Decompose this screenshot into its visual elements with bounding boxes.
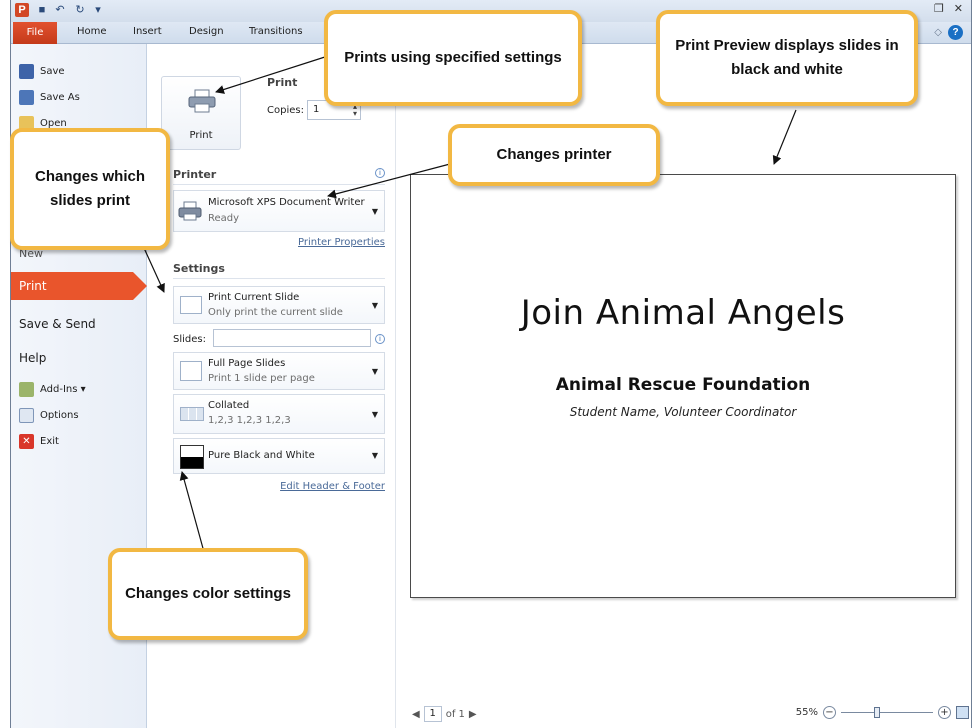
zoom-slider-thumb[interactable] bbox=[874, 707, 880, 718]
page-total: of 1 bbox=[445, 708, 465, 720]
color-dropdown[interactable]: Pure Black and White ▼ bbox=[173, 438, 385, 474]
chevron-down-icon: ▼ bbox=[371, 207, 378, 216]
nav-print[interactable]: Print bbox=[11, 272, 147, 300]
nav-help[interactable]: Help bbox=[11, 344, 147, 372]
nav-save-send[interactable]: Save & Send bbox=[11, 310, 147, 338]
print-button[interactable]: Print bbox=[161, 76, 241, 150]
printer-icon bbox=[178, 201, 202, 221]
print-button-label: Print bbox=[189, 130, 213, 141]
chevron-down-icon: ▼ bbox=[371, 367, 378, 376]
slides-input[interactable] bbox=[213, 329, 371, 347]
settings-heading: Settings bbox=[173, 262, 225, 275]
zoom-out-icon[interactable]: − bbox=[823, 706, 836, 719]
powerpoint-logo-icon[interactable]: P bbox=[15, 3, 29, 17]
nav-save-as-label: Save As bbox=[40, 92, 80, 103]
page-navigator: ◀ 1 of 1 ▶ bbox=[412, 706, 477, 722]
printer-status: Ready bbox=[208, 213, 240, 224]
slide-range-sub: Only print the current slide bbox=[208, 307, 343, 318]
callout-prints-settings: Prints using specified settings bbox=[324, 10, 582, 106]
nav-options[interactable]: Options bbox=[19, 408, 79, 423]
info-icon[interactable]: i bbox=[375, 168, 385, 178]
collate-sub: 1,2,3 1,2,3 1,2,3 bbox=[208, 415, 291, 426]
slide-preview: Join Animal Angels Animal Rescue Foundat… bbox=[410, 174, 956, 598]
black-white-icon bbox=[180, 445, 204, 469]
redo-icon[interactable]: ↻ bbox=[73, 3, 87, 17]
slide-subtitle: Animal Rescue Foundation bbox=[555, 375, 811, 395]
save-icon[interactable]: ■ bbox=[35, 3, 49, 17]
edit-header-footer-link[interactable]: Edit Header & Footer bbox=[280, 481, 385, 492]
collate-main: Collated bbox=[208, 400, 250, 411]
slide-range-icon bbox=[180, 296, 202, 314]
window-controls: ❐ ✕ bbox=[934, 2, 963, 15]
nav-save-as[interactable]: Save As bbox=[19, 90, 80, 105]
help-icon[interactable]: ? bbox=[948, 25, 963, 40]
full-page-slide-icon bbox=[180, 361, 202, 381]
color-main: Pure Black and White bbox=[208, 450, 315, 461]
tab-transitions[interactable]: Transitions bbox=[249, 26, 303, 37]
print-heading: Print bbox=[267, 76, 298, 89]
divider bbox=[173, 184, 385, 185]
customize-qat-icon[interactable]: ▾ bbox=[91, 3, 105, 17]
restore-icon[interactable]: ❐ bbox=[934, 2, 944, 15]
callout-changes-color: Changes color settings bbox=[108, 548, 308, 640]
close-icon[interactable]: ✕ bbox=[954, 2, 963, 15]
save-as-icon bbox=[19, 90, 34, 105]
save-icon bbox=[19, 64, 34, 79]
collate-dropdown[interactable]: Collated 1,2,3 1,2,3 1,2,3 ▼ bbox=[173, 394, 385, 434]
next-page-icon[interactable]: ▶ bbox=[469, 709, 477, 720]
exit-icon: ✕ bbox=[19, 434, 34, 449]
printer-icon bbox=[188, 89, 216, 113]
tab-home[interactable]: Home bbox=[77, 26, 107, 37]
callout-changes-printer: Changes printer bbox=[448, 124, 660, 186]
zoom-in-icon[interactable]: + bbox=[938, 706, 951, 719]
nav-add-ins-label: Add-Ins ▾ bbox=[40, 384, 86, 395]
callout-changes-slides: Changes which slides print bbox=[10, 128, 170, 250]
chevron-down-icon: ▼ bbox=[371, 451, 378, 460]
tab-insert[interactable]: Insert bbox=[133, 26, 162, 37]
slide-byline: Student Name, Volunteer Coordinator bbox=[569, 405, 797, 419]
slide-range-main: Print Current Slide bbox=[208, 292, 300, 303]
collated-icon bbox=[180, 407, 204, 421]
printer-heading: Printer bbox=[173, 168, 217, 181]
page-number-input[interactable]: 1 bbox=[423, 706, 442, 722]
nav-save[interactable]: Save bbox=[19, 64, 65, 79]
fit-to-window-icon[interactable] bbox=[956, 706, 969, 719]
printer-dropdown[interactable]: Microsoft XPS Document Writer Ready ▼ bbox=[173, 190, 385, 232]
layout-sub: Print 1 slide per page bbox=[208, 373, 315, 384]
divider bbox=[173, 278, 385, 279]
zoom-control: 55% − + bbox=[796, 706, 969, 719]
callout-print-preview: Print Preview displays slides in black a… bbox=[656, 10, 918, 106]
ribbon-help-area: ◇ ? bbox=[934, 25, 963, 40]
printer-properties-link[interactable]: Printer Properties bbox=[298, 237, 385, 248]
copies-value: 1 bbox=[313, 104, 320, 115]
options-icon bbox=[19, 408, 34, 423]
slides-label: Slides: bbox=[173, 334, 206, 345]
nav-save-label: Save bbox=[40, 66, 65, 77]
printer-name: Microsoft XPS Document Writer bbox=[208, 197, 365, 208]
undo-icon[interactable]: ↶ bbox=[53, 3, 67, 17]
nav-exit-label: Exit bbox=[40, 436, 59, 447]
tab-design[interactable]: Design bbox=[189, 26, 224, 37]
add-ins-icon bbox=[19, 382, 34, 397]
zoom-level[interactable]: 55% bbox=[796, 707, 818, 718]
chevron-down-icon: ▼ bbox=[371, 301, 378, 310]
nav-options-label: Options bbox=[40, 410, 79, 421]
layout-main: Full Page Slides bbox=[208, 358, 286, 369]
nav-add-ins[interactable]: Add-Ins ▾ bbox=[19, 382, 86, 397]
previous-page-icon[interactable]: ◀ bbox=[412, 709, 420, 720]
chevron-down-icon: ▼ bbox=[371, 410, 378, 419]
layout-dropdown[interactable]: Full Page Slides Print 1 slide per page … bbox=[173, 352, 385, 390]
nav-exit[interactable]: ✕ Exit bbox=[19, 434, 59, 449]
slide-title: Join Animal Angels bbox=[520, 293, 846, 333]
tab-file[interactable]: File bbox=[13, 22, 57, 44]
slide-range-dropdown[interactable]: Print Current Slide Only print the curre… bbox=[173, 286, 385, 324]
info-icon[interactable]: i bbox=[375, 334, 385, 344]
zoom-slider[interactable] bbox=[841, 706, 933, 719]
copies-label: Copies: bbox=[267, 105, 304, 116]
minimize-ribbon-icon[interactable]: ◇ bbox=[934, 27, 942, 38]
